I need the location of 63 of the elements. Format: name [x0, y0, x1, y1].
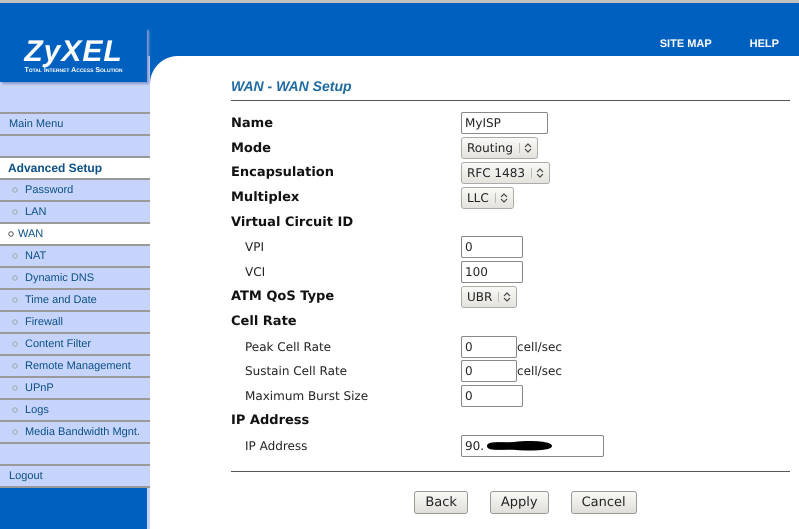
menu-item[interactable]: NAT — [25, 250, 46, 262]
bullet-icon — [12, 363, 18, 369]
page-title: WAN - WAN Setup — [231, 78, 353, 94]
bullet-icon — [12, 253, 18, 259]
field-label: Name — [231, 116, 274, 131]
menu-item[interactable]: Content Filter — [25, 338, 92, 350]
unit-label: cell/sec — [517, 340, 562, 354]
bullet-icon — [12, 407, 18, 413]
input-field[interactable]: MyISP — [461, 112, 548, 134]
bullet-icon — [12, 187, 18, 193]
bullet-icon — [12, 209, 18, 215]
header-link[interactable]: HELP — [750, 38, 779, 50]
input-field[interactable]: 0 — [461, 360, 517, 382]
dropdown[interactable]: Routing — [461, 137, 538, 160]
dropdown[interactable]: RFC 1483 — [461, 162, 550, 184]
field-label: IP Address — [231, 413, 310, 428]
field-label: ATM QoS Type — [231, 289, 336, 304]
menu-item[interactable]: Remote Management — [25, 360, 131, 372]
updown-icon — [498, 292, 512, 302]
field-label: Maximum Burst Size — [244, 389, 370, 404]
input-field[interactable]: 90. — [461, 434, 604, 457]
field-label: Multiplex — [231, 190, 300, 206]
field-label: Mode — [231, 140, 272, 156]
form-button[interactable]: Apply — [490, 491, 549, 514]
dropdown[interactable]: UBR — [461, 286, 518, 308]
menu-item[interactable]: UPnP — [25, 382, 54, 394]
bullet-icon — [12, 341, 18, 347]
updown-icon — [494, 192, 508, 203]
unit-label: cell/sec — [517, 364, 562, 378]
menu-item[interactable]: Firewall — [25, 316, 63, 328]
field-label: Virtual Circuit ID — [231, 215, 354, 230]
menu-item[interactable]: LAN — [25, 206, 46, 218]
updown-icon — [530, 168, 544, 178]
field-label: Sustain Cell Rate — [244, 364, 348, 378]
field-label: Encapsulation — [231, 165, 335, 180]
input-field[interactable]: 0 — [461, 236, 523, 258]
bullet-icon — [8, 231, 14, 237]
dropdown[interactable]: LLC — [461, 186, 514, 209]
header-link[interactable]: SITE MAP — [660, 38, 712, 50]
bullet-icon — [12, 275, 18, 281]
field-label: VCI — [244, 265, 266, 280]
bullet-icon — [12, 385, 18, 391]
menu-section[interactable]: Advanced Setup — [0, 158, 150, 180]
menu-item[interactable]: Logs — [25, 404, 49, 416]
input-field[interactable]: 0 — [461, 336, 517, 358]
bullet-icon — [12, 319, 18, 325]
updown-icon — [519, 143, 532, 154]
logo-text: ZyXEL — [24, 36, 123, 66]
bullet-icon — [12, 297, 18, 303]
form-button[interactable]: Cancel — [570, 491, 637, 514]
menu-item[interactable]: Dynamic DNS — [25, 272, 94, 284]
menu-item[interactable]: WAN — [18, 228, 44, 240]
menu-item[interactable]: Time and Date — [25, 294, 97, 306]
form-button[interactable]: Back — [414, 491, 468, 514]
field-label: Peak Cell Rate — [244, 340, 332, 354]
field-label: IP Address — [244, 438, 308, 453]
bullet-icon — [12, 429, 18, 435]
menu-item[interactable]: Password — [25, 184, 74, 196]
field-label: Cell Rate — [231, 314, 298, 330]
field-label: VPI — [244, 240, 265, 254]
input-field[interactable]: 100 — [461, 261, 523, 284]
input-field[interactable]: 0 — [461, 385, 523, 408]
menu-item[interactable]: Media Bandwidth Mgnt. — [25, 426, 140, 438]
